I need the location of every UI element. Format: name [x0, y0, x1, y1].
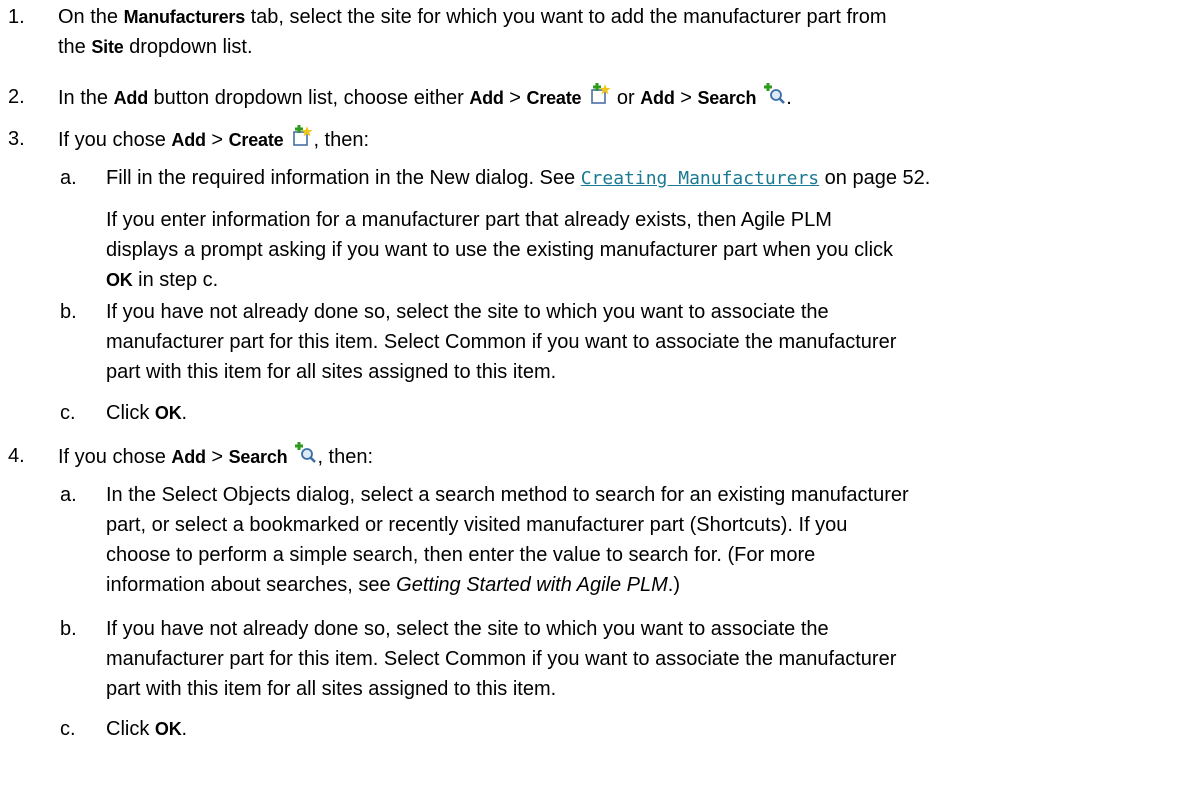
sub-step-text: Click OK.	[106, 398, 1176, 428]
ui-label-add: Add	[113, 88, 149, 108]
ui-label-manufacturers: Manufacturers	[123, 7, 246, 27]
step-number: 3.	[8, 128, 25, 150]
document-page: 1. On the Manufacturers tab, select the …	[0, 0, 1190, 797]
text: If you chose	[58, 446, 172, 468]
text: , then:	[313, 129, 370, 151]
ui-label-ok: OK	[154, 403, 182, 423]
text: in step c.	[132, 269, 219, 291]
text: , then:	[317, 446, 374, 468]
sub-step-text: Fill in the required information in the …	[106, 163, 1176, 194]
step-number: 4.	[8, 445, 25, 467]
text: If you chose	[58, 129, 172, 151]
ui-label-search: Search	[228, 447, 288, 467]
step-3: 3. If you chose Add > Create , then:	[0, 118, 1180, 152]
step-4c: c. Click OK.	[0, 714, 1180, 744]
text: Click	[106, 402, 155, 424]
step-1: 1. On the Manufacturers tab, select the …	[0, 2, 1180, 62]
step-text: In the Add button dropdown list, choose …	[58, 82, 1168, 115]
text: >	[503, 87, 527, 109]
text: on page 52.	[819, 167, 931, 189]
sub-step-text: Click OK.	[106, 714, 1176, 744]
add-create-icon	[587, 82, 611, 115]
text: or	[611, 87, 641, 109]
text: >	[205, 129, 229, 151]
step-number: 2.	[8, 86, 25, 108]
sub-step-letter: b.	[60, 618, 77, 640]
sub-step-text: If you have not already done so, select …	[106, 297, 1176, 387]
add-create-icon	[289, 124, 313, 157]
text: On the	[58, 6, 124, 28]
text: .	[181, 718, 188, 740]
step-3c: c. Click OK.	[0, 398, 1180, 428]
text: If you enter information for a manufactu…	[106, 209, 832, 231]
text: manufacturer part for this item. Select …	[106, 648, 897, 670]
guide-title: Getting Started with Agile PLM	[396, 574, 668, 596]
ui-label-add: Add	[469, 88, 504, 108]
text: manufacturer part for this item. Select …	[106, 331, 897, 353]
text: >	[674, 87, 698, 109]
sub-step-letter: a.	[60, 484, 77, 506]
add-search-icon	[293, 441, 317, 474]
ui-label-create: Create	[228, 130, 284, 150]
text: the	[58, 36, 92, 58]
text: .)	[667, 574, 681, 596]
step-number: 1.	[8, 6, 25, 28]
text: In the	[58, 87, 114, 109]
text: Fill in the required information in the …	[106, 167, 581, 189]
ui-label-ok: OK	[154, 719, 182, 739]
sub-step-letter: b.	[60, 301, 77, 323]
text: If you have not already done so, select …	[106, 618, 829, 640]
sub-step-letter: a.	[60, 167, 77, 189]
ui-label-site: Site	[91, 37, 124, 57]
ui-label-ok: OK	[106, 270, 133, 290]
text: In the Select Objects dialog, select a s…	[106, 484, 909, 506]
text: .	[181, 402, 188, 424]
text: dropdown list.	[123, 36, 253, 58]
step-text: If you chose Add > Search , then:	[58, 441, 1168, 474]
step-4: 4. If you chose Add > Search , then:	[0, 436, 1180, 470]
step-4b: b. If you have not already done so, sele…	[0, 614, 1180, 704]
text: information about searches, see	[106, 574, 397, 596]
step-text: If you chose Add > Create , then:	[58, 124, 1168, 157]
creating-manufacturers-link[interactable]: Creating Manufacturers	[581, 168, 819, 189]
text: If you have not already done so, select …	[106, 301, 829, 323]
text: choose to perform a simple search, then …	[106, 544, 816, 566]
sub-step-letter: c.	[60, 718, 76, 740]
step-3a: a. Fill in the required information in t…	[0, 163, 1180, 193]
text: Click	[106, 718, 155, 740]
add-search-icon	[762, 82, 786, 115]
text: part with this item for all sites assign…	[106, 361, 557, 383]
ui-label-add: Add	[171, 447, 206, 467]
text: part, or select a bookmarked or recently…	[106, 514, 848, 536]
step-3a-note: If you enter information for a manufactu…	[106, 205, 1176, 295]
step-text: On the Manufacturers tab, select the sit…	[58, 2, 1168, 62]
sub-step-text: If you have not already done so, select …	[106, 614, 1176, 704]
sub-step-letter: c.	[60, 402, 76, 424]
ui-label-search: Search	[697, 88, 757, 108]
step-3b: b. If you have not already done so, sele…	[0, 297, 1180, 387]
text: >	[205, 446, 229, 468]
sub-step-text: In the Select Objects dialog, select a s…	[106, 480, 1176, 600]
step-4a: a. In the Select Objects dialog, select …	[0, 480, 1180, 600]
text: .	[786, 87, 792, 109]
ui-label-add: Add	[171, 130, 206, 150]
step-2: 2. In the Add button dropdown list, choo…	[0, 79, 1180, 113]
text: displays a prompt asking if you want to …	[106, 239, 894, 261]
text: button dropdown list, choose either	[148, 87, 470, 109]
text: part with this item for all sites assign…	[106, 678, 557, 700]
ui-label-create: Create	[526, 88, 582, 108]
text: tab, select the site for which you want …	[245, 6, 887, 28]
ui-label-add: Add	[640, 88, 675, 108]
